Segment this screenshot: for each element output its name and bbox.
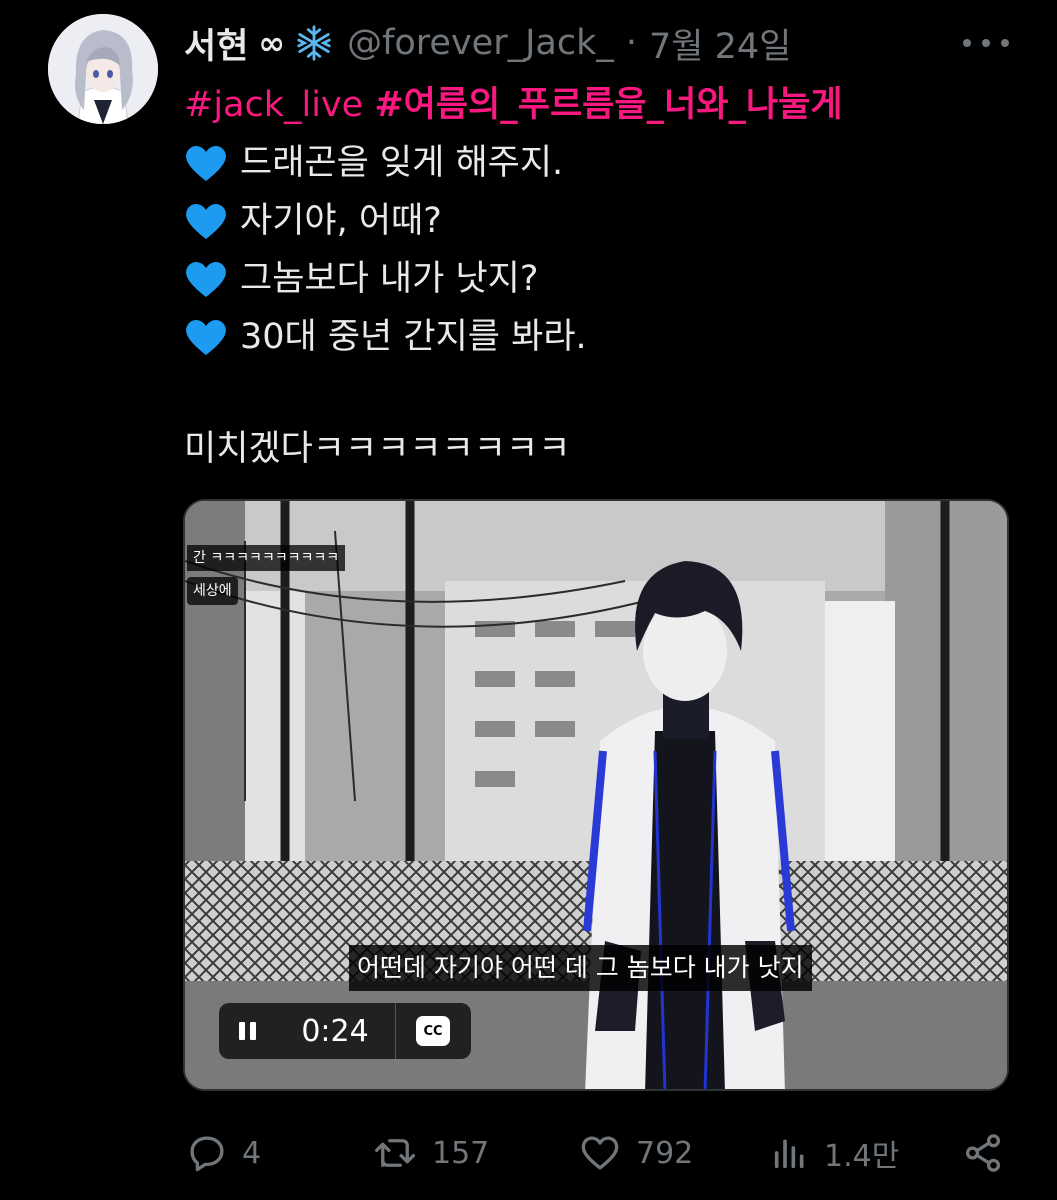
like-button[interactable]: 792: [578, 1128, 693, 1178]
snowflake-icon: [297, 25, 331, 61]
more-icon[interactable]: [963, 28, 1009, 58]
retweet-count: 157: [432, 1135, 490, 1171]
avatar[interactable]: [48, 14, 158, 124]
action-bar: 4 157 792 1.4만: [186, 1128, 1006, 1178]
infinity-symbol: ∞: [258, 24, 286, 62]
hashtag-summer[interactable]: #여름의_푸르름을_너와_나눌게: [374, 85, 842, 125]
reply-button[interactable]: 4: [186, 1128, 261, 1178]
views-icon: [774, 1139, 804, 1169]
post-date[interactable]: 7월 24일: [649, 18, 791, 69]
retweet-icon: [374, 1139, 416, 1167]
reply-icon: [190, 1136, 224, 1172]
blue-heart-icon: [186, 320, 226, 355]
tweet-line-text: 그놈보다 내가 낫지?: [240, 259, 539, 299]
video-player[interactable]: 간 ㅋㅋㅋㅋㅋㅋㅋㅋㅋㅋ 세상에 어떤데 자기야 어떤 데 그 놈보다 내가 낫…: [183, 499, 1009, 1091]
views-count: 1.4만: [824, 1139, 900, 1174]
live-chat-message: 간 ㅋㅋㅋㅋㅋㅋㅋㅋㅋㅋ: [187, 545, 346, 571]
closing-line: 미치겠다ㅋㅋㅋㅋㅋㅋㅋㅋ: [184, 420, 1024, 478]
blue-heart-icon: [186, 146, 226, 181]
like-count: 792: [636, 1135, 694, 1171]
separator-dot: ·: [625, 23, 638, 63]
tweet-line-text: 자기야, 어때?: [240, 201, 442, 241]
tweet-line: 30대 중년 간지를 봐라.: [184, 308, 1024, 366]
views-button[interactable]: 1.4만: [770, 1128, 899, 1178]
share-button[interactable]: [962, 1128, 1004, 1178]
tweet-text: #jack_live #여름의_푸르름을_너와_나눌게 드래곤을 잊게 해주지.…: [184, 76, 1024, 478]
like-icon: [581, 1136, 619, 1170]
user-handle[interactable]: @forever_Jack_: [347, 23, 614, 63]
video-time: 0:24: [301, 1013, 369, 1049]
tweet-line: 드래곤을 잊게 해주지.: [184, 134, 1024, 192]
retweet-button[interactable]: 157: [372, 1128, 489, 1178]
closing-text: 미치겠다ㅋㅋㅋㅋㅋㅋㅋㅋ: [184, 429, 571, 469]
tweet-line-text: 드래곤을 잊게 해주지.: [240, 143, 564, 183]
tweet-line: 자기야, 어때?: [184, 192, 1024, 250]
video-controls: 0:24 CC: [219, 1003, 471, 1059]
share-icon: [965, 1134, 1001, 1172]
cc-icon: CC: [416, 1016, 450, 1046]
live-chat-message: 세상에: [187, 577, 238, 605]
hashtags: #jack_live #여름의_푸르름을_너와_나눌게: [184, 76, 1024, 134]
blue-heart-icon: [186, 204, 226, 239]
tweet-header: 서현 ∞ @forever_Jack_ · 7월 24일: [184, 18, 791, 68]
video-subtitle: 어떤데 자기야 어떤 데 그 놈보다 내가 낫지: [349, 945, 812, 991]
cc-button[interactable]: CC: [396, 1003, 470, 1059]
blue-heart-icon: [186, 262, 226, 297]
pause-icon[interactable]: [219, 1003, 275, 1059]
tweet-line-text: 30대 중년 간지를 봐라.: [240, 317, 587, 357]
reply-count: 4: [242, 1135, 262, 1171]
tweet-line: 그놈보다 내가 낫지?: [184, 250, 1024, 308]
hashtag-jack-live[interactable]: #jack_live: [184, 85, 363, 125]
display-name[interactable]: 서현: [184, 18, 248, 69]
